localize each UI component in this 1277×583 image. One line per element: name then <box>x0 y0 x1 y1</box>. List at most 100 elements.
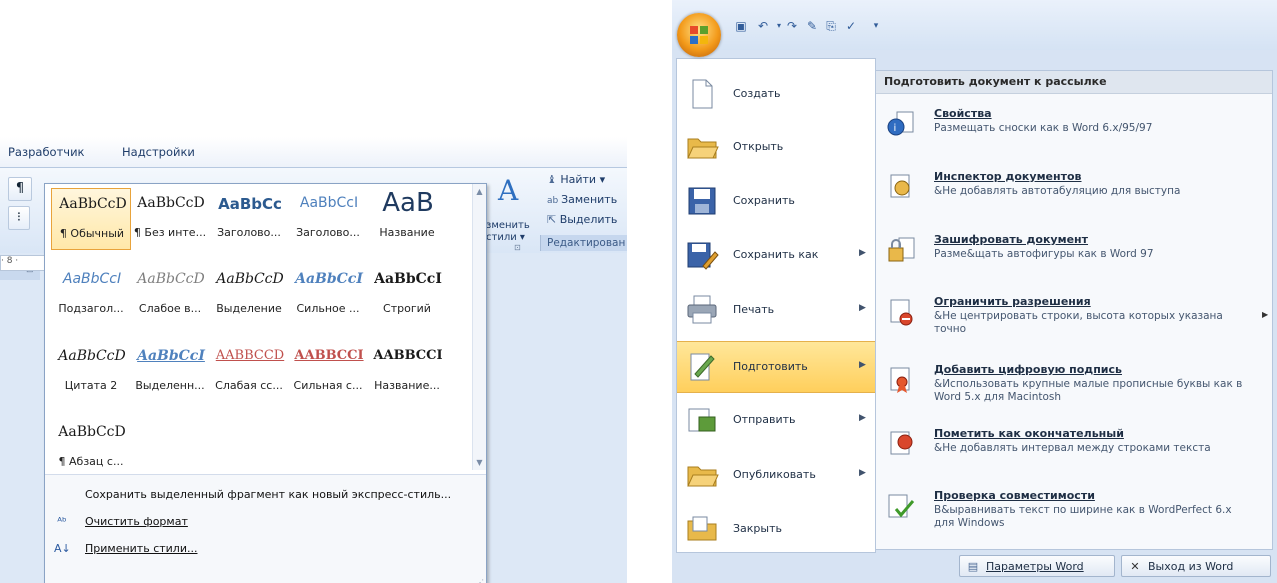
undo-icon[interactable]: ↶ <box>756 19 770 33</box>
submenu-header-text: Подготовить документ к рассылке <box>884 75 1107 88</box>
style-gallery-item[interactable]: AaBbCcI Строгий <box>367 264 447 326</box>
office-menu-item[interactable]: Отправить ▶ <box>677 395 875 447</box>
ribbon-tabs: Разработчик Надстройки <box>0 137 627 168</box>
change-styles-button[interactable]: A зменить стили ▾ <box>484 168 538 253</box>
office-button[interactable] <box>677 13 721 57</box>
submenu-item[interactable]: i Свойства Размещать сноски как в Word 6.x… <box>876 107 1272 163</box>
style-gallery-item[interactable]: AABBCCI Название... <box>367 341 447 403</box>
borders-button[interactable]: ⁝ <box>8 206 30 230</box>
style-sample: AaBbCcD <box>137 271 205 287</box>
office-menu-item-label: Создать <box>733 87 781 100</box>
submenu-arrow-icon: ▶ <box>859 303 866 313</box>
style-gallery-item[interactable]: AaBbCc Заголово... <box>209 188 289 250</box>
select-button[interactable]: ⇱ Выделить <box>547 213 617 226</box>
apply-styles-item[interactable]: Применить стили... <box>85 542 197 555</box>
style-gallery-item[interactable]: AABBCCI Сильная с... <box>288 341 368 403</box>
submenu-item-title: Проверка совместимости <box>934 489 1095 502</box>
submenu-arrow-icon: ▶ <box>859 413 866 423</box>
office-menu-item[interactable]: Сохранить как ▶ <box>677 230 875 282</box>
style-sample: AaBbCcI <box>374 271 442 287</box>
style-name: Слабое в... <box>138 302 202 315</box>
submenu-item[interactable]: Зашифровать документ Разме&щать автофигур… <box>876 233 1272 289</box>
style-gallery-item[interactable]: AaBbCcD Выделение <box>209 264 289 326</box>
tab-developer[interactable]: Разработчик <box>8 145 85 159</box>
change-styles-label-1: зменить <box>486 220 530 231</box>
style-gallery-item[interactable]: AABBCCD Слабая сс... <box>209 341 289 403</box>
style-sample: AaBbCcD <box>58 348 126 364</box>
change-styles-icon: A <box>498 174 519 207</box>
submenu-header: Подготовить документ к рассылке <box>876 71 1272 94</box>
style-name: Слабая сс... <box>215 379 283 392</box>
style-gallery-item[interactable]: AaBbCcD Цитата 2 <box>51 341 131 403</box>
office-menu-item[interactable]: Открыть <box>677 122 875 174</box>
spelling-icon[interactable]: ✓ <box>844 19 858 33</box>
submenu-item[interactable]: Пометить как окончательный &Не добавлять … <box>876 427 1272 483</box>
submenu-item[interactable]: Добавить цифровую подпись &Использовать к… <box>876 363 1272 419</box>
redo-icon[interactable]: ↷ <box>785 19 799 33</box>
submenu-item[interactable]: Проверка совместимости В&ыравнивать текст… <box>876 489 1272 545</box>
style-gallery-item[interactable]: AaBbCcD ¶ Без инте... <box>130 188 210 250</box>
apply-styles-icon: A↓ <box>54 542 71 555</box>
exit-word-button[interactable]: ✕ Выход из Word <box>1121 555 1271 577</box>
scroll-down-icon[interactable]: ▼ <box>473 458 486 467</box>
save-quick-style-item[interactable]: Сохранить выделенный фрагмент как новый … <box>85 488 451 501</box>
find-button[interactable]: ♝ Найти ▾ <box>547 173 605 186</box>
editing-group: ♝ Найти ▾ ab Заменить ⇱ Выделить Редакти… <box>540 168 627 253</box>
office-menu-commands: Создать Открыть Сохранить Сохранить как ▶ Печ… <box>676 58 876 553</box>
style-sample: AABBCCI <box>373 348 443 363</box>
submenu-item-description: В&ыравнивать текст по ширине как в WordP… <box>934 504 1232 529</box>
office-menu-item-label: Опубликовать <box>733 468 816 481</box>
style-gallery-item[interactable]: AaBbCcD Слабое в... <box>130 264 210 326</box>
print-icon <box>685 293 719 327</box>
office-menu-item-label: Открыть <box>733 140 784 153</box>
customize-qat-icon[interactable]: ▾ <box>869 19 883 33</box>
office-menu-item[interactable]: Печать ▶ <box>677 285 875 337</box>
office-menu-footer: ▤ Параметры Word ✕ Выход из Word <box>875 552 1277 583</box>
submenu-item-title: Инспектор документов <box>934 170 1082 183</box>
resize-grip-icon[interactable]: ⋰ <box>476 578 484 583</box>
style-gallery-item[interactable]: AaBbCcD ¶ Абзац с... <box>51 417 131 479</box>
office-menu-item[interactable]: Закрыть <box>677 504 875 556</box>
submenu-item[interactable]: Инспектор документов &Не добавлять автота… <box>876 170 1272 226</box>
office-menu-item-label: Подготовить <box>733 360 808 373</box>
replace-button[interactable]: ab Заменить <box>547 193 617 206</box>
svg-text:i: i <box>894 123 897 134</box>
style-gallery-item[interactable]: AaBbCcI Заголово... <box>288 188 368 250</box>
change-styles-label-2: стили ▾ <box>486 232 525 243</box>
style-sample: AaBbCcD <box>58 424 126 440</box>
style-gallery-item[interactable]: AaBbCcI Сильное ... <box>288 264 368 326</box>
submenu-item[interactable]: Ограничить разрешения &Не центрировать ст… <box>876 295 1272 351</box>
style-name: Выделенн... <box>135 379 205 392</box>
word-options-button[interactable]: ▤ Параметры Word <box>959 555 1115 577</box>
gallery-menu: Сохранить выделенный фрагмент как новый … <box>45 474 486 583</box>
submenu-arrow-icon: ▶ <box>859 468 866 478</box>
new-document-icon <box>685 77 719 111</box>
scroll-up-icon[interactable]: ▲ <box>473 187 486 196</box>
binoculars-icon: ♝ <box>547 173 561 186</box>
styles-dialog-launcher-icon[interactable]: ⊡ <box>514 243 526 253</box>
office-menu-item[interactable]: Опубликовать ▶ <box>677 450 875 502</box>
undo-dropdown-icon[interactable]: ▾ <box>772 19 786 33</box>
open-icon[interactable]: ⎘ <box>824 19 838 33</box>
submenu-item-title: Ограничить разрешения <box>934 295 1091 308</box>
format-painter-icon[interactable]: ✎ <box>805 19 819 33</box>
save-icon[interactable]: ▣ <box>734 19 748 33</box>
style-gallery-item[interactable]: AaBbCcI Подзагол... <box>51 264 131 326</box>
ruler: · 8 · <box>0 255 46 271</box>
office-menu-item[interactable]: Создать <box>677 69 875 121</box>
office-menu-item[interactable]: Подготовить ▶ <box>677 341 875 393</box>
replace-label: Заменить <box>561 193 618 206</box>
style-sample: AaBbCcI <box>62 271 122 287</box>
select-label: Выделить <box>559 213 618 226</box>
tab-addins[interactable]: Надстройки <box>122 145 195 159</box>
style-gallery-item[interactable]: AaBbCcD ¶ Обычный <box>51 188 131 250</box>
gallery-scrollbar[interactable]: ▲ ▼ <box>472 184 486 470</box>
show-marks-button[interactable]: ¶ <box>8 177 32 201</box>
style-sample: AABBCCD <box>215 348 285 363</box>
office-menu-item[interactable]: Сохранить <box>677 176 875 228</box>
style-gallery-item[interactable]: AaBbCcI Выделенн... <box>130 341 210 403</box>
style-gallery-item[interactable]: AaB Название <box>367 188 447 250</box>
clear-format-item[interactable]: Очистить формат <box>85 515 188 528</box>
submenu-item-title: Зашифровать документ <box>934 233 1089 246</box>
word-options-label: Параметры Word <box>986 560 1084 573</box>
